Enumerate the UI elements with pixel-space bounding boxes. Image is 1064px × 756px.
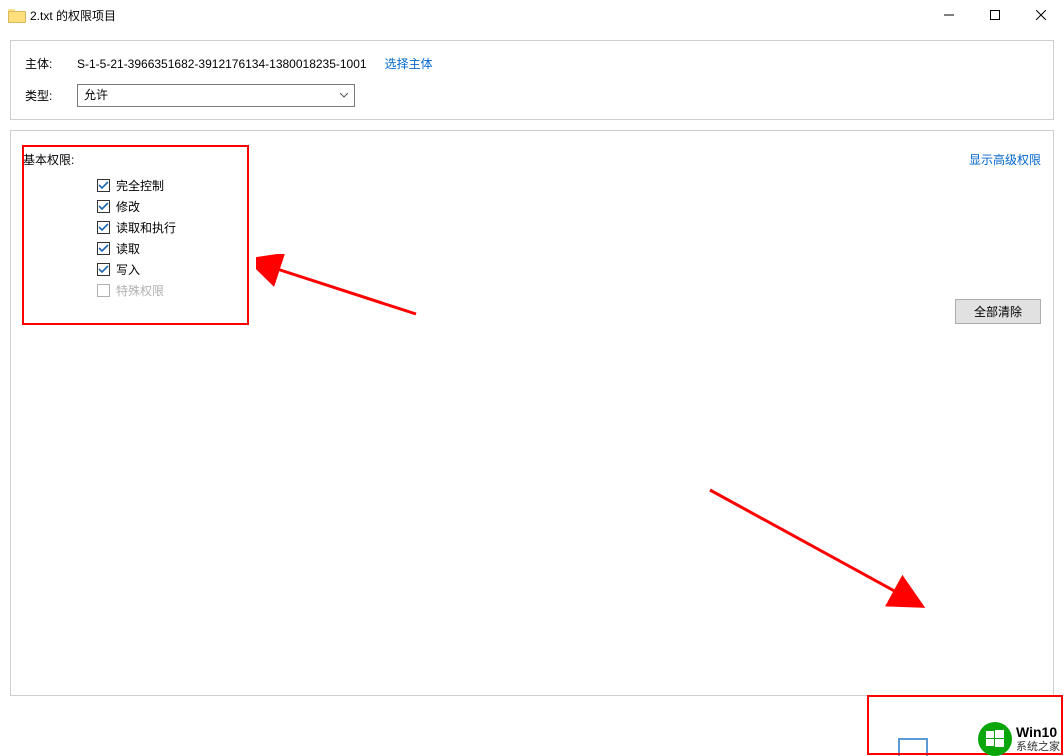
window-title: 2.txt 的权限项目 (30, 7, 116, 24)
permission-item-read-execute[interactable]: 读取和执行 (97, 217, 1041, 238)
watermark-line1: Win10 (1016, 725, 1060, 740)
checkbox-write[interactable] (97, 263, 110, 276)
permission-label: 特殊权限 (116, 282, 164, 299)
permission-item-write[interactable]: 写入 (97, 259, 1041, 280)
clear-all-button[interactable]: 全部清除 (955, 299, 1041, 324)
permissions-panel: 基本权限: 显示高级权限 完全控制 修改 读取和执行 读取 (10, 130, 1054, 696)
header-panel: 主体: S-1-5-21-3966351682-3912176134-13800… (10, 40, 1054, 120)
permissions-list: 完全控制 修改 读取和执行 读取 写入 (97, 175, 1041, 301)
type-select-value: 允许 (77, 84, 355, 107)
permission-label: 完全控制 (116, 177, 164, 194)
permission-item-read[interactable]: 读取 (97, 238, 1041, 259)
watermark-text: Win10 系统之家 (1016, 725, 1060, 752)
permission-label: 读取和执行 (116, 219, 176, 236)
maximize-button[interactable] (972, 0, 1018, 30)
windows-logo-icon (978, 722, 1012, 756)
type-label: 类型: (25, 87, 77, 104)
checkbox-read-execute[interactable] (97, 221, 110, 234)
type-row: 类型: 允许 (25, 84, 1039, 107)
permission-label: 写入 (116, 261, 140, 278)
subject-label: 主体: (25, 55, 77, 72)
minimize-button[interactable] (926, 0, 972, 30)
window-controls (926, 0, 1064, 30)
permission-label: 修改 (116, 198, 140, 215)
watermark: Win10 系统之家 (978, 722, 1064, 756)
checkbox-special (97, 284, 110, 297)
subject-sid: S-1-5-21-3966351682-3912176134-138001823… (77, 57, 367, 71)
checkbox-full-control[interactable] (97, 179, 110, 192)
folder-icon (8, 8, 24, 22)
partial-button-outline (898, 738, 928, 756)
permission-item-modify[interactable]: 修改 (97, 196, 1041, 217)
basic-permissions-label: 基本权限: (23, 151, 74, 168)
checkbox-modify[interactable] (97, 200, 110, 213)
show-advanced-link[interactable]: 显示高级权限 (969, 151, 1041, 168)
permission-item-full-control[interactable]: 完全控制 (97, 175, 1041, 196)
titlebar: 2.txt 的权限项目 (0, 0, 1064, 30)
close-button[interactable] (1018, 0, 1064, 30)
subject-row: 主体: S-1-5-21-3966351682-3912176134-13800… (25, 55, 1039, 72)
checkbox-read[interactable] (97, 242, 110, 255)
select-subject-link[interactable]: 选择主体 (385, 55, 433, 72)
watermark-line2: 系统之家 (1016, 741, 1060, 753)
permission-label: 读取 (116, 240, 140, 257)
type-select[interactable]: 允许 (77, 84, 355, 107)
permission-item-special: 特殊权限 (97, 280, 1041, 301)
